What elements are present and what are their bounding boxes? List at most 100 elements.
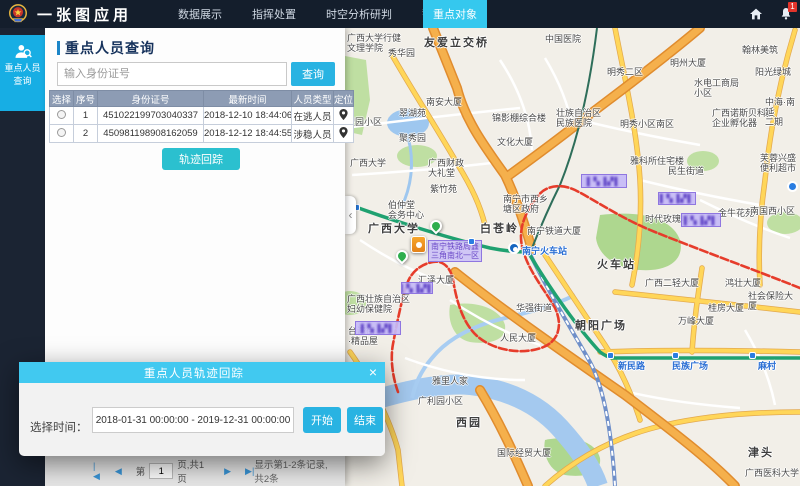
nav-item-spacetime-analysis[interactable]: 时空分析研判 <box>326 6 392 22</box>
map-label: 明秀小区南区 <box>620 119 674 129</box>
map-label: 广西二轻大厦 <box>645 278 699 288</box>
map-label: 聚秀园 <box>399 133 426 143</box>
map-label: 万峰大厦 <box>678 316 714 326</box>
nav-item-data-display[interactable]: 数据展示 <box>178 6 222 22</box>
person-search-icon <box>13 42 33 62</box>
location-pin-icon <box>339 109 348 120</box>
sidebar-item-label: 查询 <box>13 75 31 88</box>
map-label: 朝阳广场 <box>575 321 627 331</box>
person-table: 选择 序号 身份证号 最新时间 人员类型 定位 1 45102219970304… <box>49 90 354 143</box>
page-prefix-label: 第 <box>136 464 146 478</box>
top-navbar: 一张图应用 数据展示 指挥处置 时空分析研判 警务勤务 重点对象 1 <box>0 0 800 28</box>
metro-station-icon <box>607 352 614 359</box>
locate-button[interactable] <box>334 125 354 143</box>
map-label: 广西大学 <box>368 224 420 234</box>
map-label: 壮族自治区 民族医院 <box>556 108 601 128</box>
redacted-label: ▌▚▐▞▌ <box>581 174 627 188</box>
page-suffix-label: 页,共1页 <box>177 457 208 485</box>
panel-title: 重点人员查询 <box>57 38 155 58</box>
map-label: 新民路 <box>618 361 645 371</box>
map-label: 友爱立交桥 <box>424 38 489 48</box>
end-button[interactable]: 结束 <box>347 407 383 433</box>
map-label: 桂房大厦 <box>708 303 744 313</box>
query-button[interactable]: 查询 <box>291 62 335 86</box>
records-summary: 显示第1-2条记录,共2条 <box>254 457 337 485</box>
map-label: 锦影棚综合楼 <box>492 113 546 123</box>
last-page-button[interactable]: ▶| <box>245 466 254 477</box>
location-pin-icon <box>339 127 348 138</box>
title-accent-bar <box>57 41 60 55</box>
app-title: 一张图应用 <box>37 4 132 25</box>
map-label: 火车站 <box>597 260 636 270</box>
row-radio[interactable] <box>57 128 66 137</box>
map-label: 伯仲堂 会务中心 <box>388 200 424 220</box>
table-row[interactable]: 1 451022199703040337 2018-12-10 18:44:06… <box>50 107 354 125</box>
close-icon[interactable]: × <box>369 362 377 383</box>
map-label: 广西壮族自治区 妇幼保健院 <box>347 294 410 314</box>
first-page-button[interactable]: |◀ <box>93 461 101 482</box>
metro-station-icon <box>672 352 679 359</box>
table-header-row: 选择 序号 身份证号 最新时间 人员类型 定位 <box>50 91 354 107</box>
map-label: 国际经贸大厦 <box>497 448 551 458</box>
map-label: 华强街道 <box>516 303 552 313</box>
app-window: 一张图应用 数据展示 指挥处置 时空分析研判 警务勤务 重点对象 1 重点人员 <box>0 0 800 486</box>
map-label: 麻村 <box>758 361 776 371</box>
map-label: 津头 <box>748 448 774 458</box>
page-number-input[interactable] <box>149 463 173 479</box>
panel-collapse-toggle[interactable]: ‹ <box>345 196 356 234</box>
prev-page-button[interactable]: ◀ <box>115 466 122 477</box>
row-latest-time: 2018-12-10 18:44:06 <box>204 107 292 125</box>
map-label: 白苍岭 <box>480 224 519 234</box>
map-label: 民族广场 <box>672 361 708 371</box>
map-label: 中国医院 <box>545 34 581 44</box>
map-label: 阳光绿城 <box>755 67 791 77</box>
row-index: 1 <box>74 107 98 125</box>
id-number-input[interactable] <box>57 62 287 86</box>
map-label: 民生街道 <box>668 166 704 176</box>
transit-icon <box>787 181 798 192</box>
map-label: 紫竹苑 <box>430 184 457 194</box>
map-label: 芙蓉兴盛 便利超市 <box>760 153 796 173</box>
map-label: 广西医科大学 <box>745 468 799 478</box>
nav-item-key-targets-active[interactable]: 重点对象 <box>423 0 487 28</box>
row-person-type: 在逃人员 <box>292 107 334 125</box>
map-label: 南宁市西乡 塘区政府 <box>503 194 548 214</box>
row-latest-time: 2018-12-12 18:44:55 <box>204 125 292 143</box>
map-label: 广西大学 <box>350 158 386 168</box>
locate-button[interactable] <box>334 107 354 125</box>
redacted-label: ▌▚▐▞▌ <box>658 192 696 205</box>
table-row[interactable]: 2 450981198908162059 2018-12-12 18:44:55… <box>50 125 354 143</box>
redacted-label: ▌▚▐▞▌ <box>401 282 433 294</box>
pagination-bar: |◀ ◀ 第 页,共1页 ▶ ▶| 显示第1-2条记录,共2条 <box>45 455 345 486</box>
map-label: 西园 <box>456 418 482 428</box>
map-label: 中海·南延 二期 <box>765 97 800 127</box>
map-canvas[interactable]: 广西大学行健 文理学院秀华园友爱立交桥中国医院翰林美筑明秀二区明州大厦阳光绿城水… <box>345 28 800 486</box>
notification-badge: 1 <box>788 2 797 12</box>
track-playback-modal: 重点人员轨迹回踪 × 选择时间： 开始 结束 <box>19 362 385 456</box>
row-person-type: 涉稳人员 <box>292 125 334 143</box>
sidebar-item-key-person-query[interactable]: 重点人员 查询 <box>0 35 45 111</box>
nav-item-command[interactable]: 指挥处置 <box>252 6 296 22</box>
time-range-input[interactable] <box>92 407 294 433</box>
home-icon[interactable] <box>748 6 764 22</box>
row-radio[interactable] <box>57 110 66 119</box>
map-label: 水电工商局 小区 <box>694 78 739 98</box>
redacted-label: ▌▚▐▞▌ <box>681 213 721 227</box>
map-label: 翰林美筑 <box>742 45 778 55</box>
next-page-button[interactable]: ▶ <box>224 466 231 477</box>
track-playback-button[interactable]: 轨迹回踪 <box>162 148 240 170</box>
map-label: 金牛花苑 <box>718 208 754 218</box>
row-id-number: 450981198908162059 <box>98 125 204 143</box>
map-label: 秀华园 <box>388 48 415 58</box>
metro-station-icon <box>468 238 475 245</box>
map-label: 明秀二区 <box>607 67 643 77</box>
map-label: 南安大厦 <box>426 97 462 107</box>
map-label: 南宁铁道大厦 <box>527 226 581 236</box>
map-label: 翠湖苑 <box>399 108 426 118</box>
start-button[interactable]: 开始 <box>303 407 341 433</box>
police-badge-marker[interactable] <box>411 236 426 253</box>
modal-body: 选择时间： 开始 结束 <box>19 383 385 456</box>
map-label: 南宁火车站 <box>522 246 567 256</box>
metro-station-icon <box>508 242 520 254</box>
row-index: 2 <box>74 125 98 143</box>
